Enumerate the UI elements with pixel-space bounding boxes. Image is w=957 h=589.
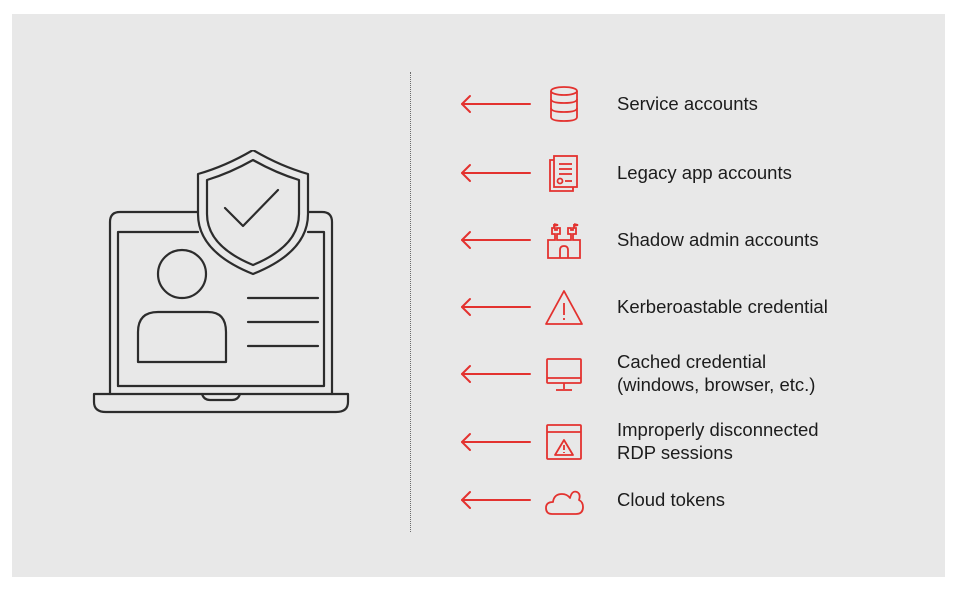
item-label: Kerberoastable credential <box>617 296 828 317</box>
item-label: Shadow admin accounts <box>617 229 819 250</box>
arrow-left-icon <box>461 433 531 451</box>
list-item: Service accounts <box>458 80 928 128</box>
arrow-left-icon <box>461 164 531 182</box>
item-label: Cached credential (windows, browser, etc… <box>617 351 816 395</box>
divider-line <box>410 72 411 532</box>
item-label: Improperly disconnected RDP sessions <box>617 419 819 463</box>
database-icon <box>550 86 578 122</box>
item-label: Cloud tokens <box>617 489 725 510</box>
cloud-icon <box>545 490 584 515</box>
list-item: Cached credential (windows, browser, etc… <box>458 350 928 398</box>
monitor-icon <box>546 358 582 391</box>
list-item: Shadow admin accounts <box>458 216 928 264</box>
document-icon <box>549 155 578 192</box>
laptop-user-shield-icon <box>92 150 350 414</box>
castle-icon <box>547 223 581 259</box>
list-item: Cloud tokens <box>458 476 928 524</box>
list-item: Legacy app accounts <box>458 149 928 197</box>
list-item: Kerberoastable credential <box>458 283 928 331</box>
item-label: Service accounts <box>617 93 758 114</box>
window-warning-icon <box>546 424 582 460</box>
arrow-left-icon <box>461 365 531 383</box>
warning-triangle-icon <box>545 290 583 325</box>
arrow-left-icon <box>461 491 531 509</box>
list-item: Improperly disconnected RDP sessions <box>458 418 928 466</box>
arrow-left-icon <box>461 95 531 113</box>
item-label: Legacy app accounts <box>617 162 792 183</box>
arrow-left-icon <box>461 298 531 316</box>
arrow-left-icon <box>461 231 531 249</box>
